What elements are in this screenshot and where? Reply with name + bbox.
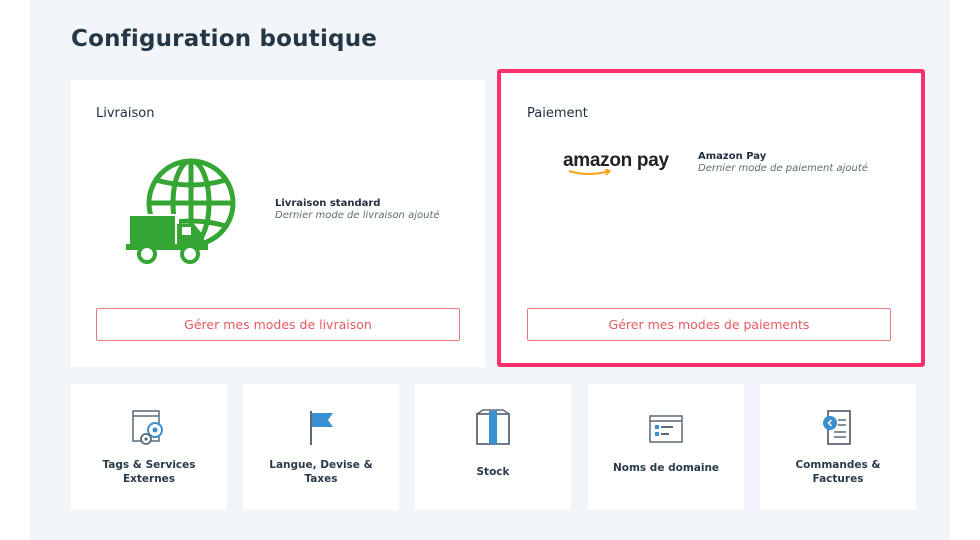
livraison-method-name: Livraison standard <box>275 198 381 209</box>
box-icon <box>415 408 571 448</box>
tile-tags-services[interactable]: Tags & Services Externes <box>71 384 227 510</box>
tile-label: Langue, Devise & Taxes <box>269 459 373 485</box>
globe-truck-icon <box>126 156 246 268</box>
livraison-method: Livraison standard Dernier mode de livra… <box>275 198 440 221</box>
domain-window-icon <box>588 408 744 448</box>
highlight-frame <box>497 69 925 367</box>
livraison-method-desc: Dernier mode de livraison ajouté <box>275 210 440 221</box>
tile-langue-devise[interactable]: Langue, Devise & Taxes <box>243 384 399 510</box>
tile-label: Commandes & Factures <box>795 459 881 485</box>
tile-stock[interactable]: Stock <box>415 384 571 510</box>
flag-icon <box>243 408 399 448</box>
invoice-icon <box>760 408 916 448</box>
manage-delivery-button[interactable]: Gérer mes modes de livraison <box>96 308 460 341</box>
page-title: Configuration boutique <box>71 26 378 52</box>
tile-label: Stock <box>476 466 510 478</box>
tile-commandes-factures[interactable]: Commandes & Factures <box>760 384 916 510</box>
livraison-title: Livraison <box>96 106 155 121</box>
tile-label: Tags & Services Externes <box>102 459 196 485</box>
tile-label: Noms de domaine <box>612 462 720 474</box>
tile-noms-domaine[interactable]: Noms de domaine <box>588 384 744 510</box>
gears-window-icon <box>71 408 227 448</box>
